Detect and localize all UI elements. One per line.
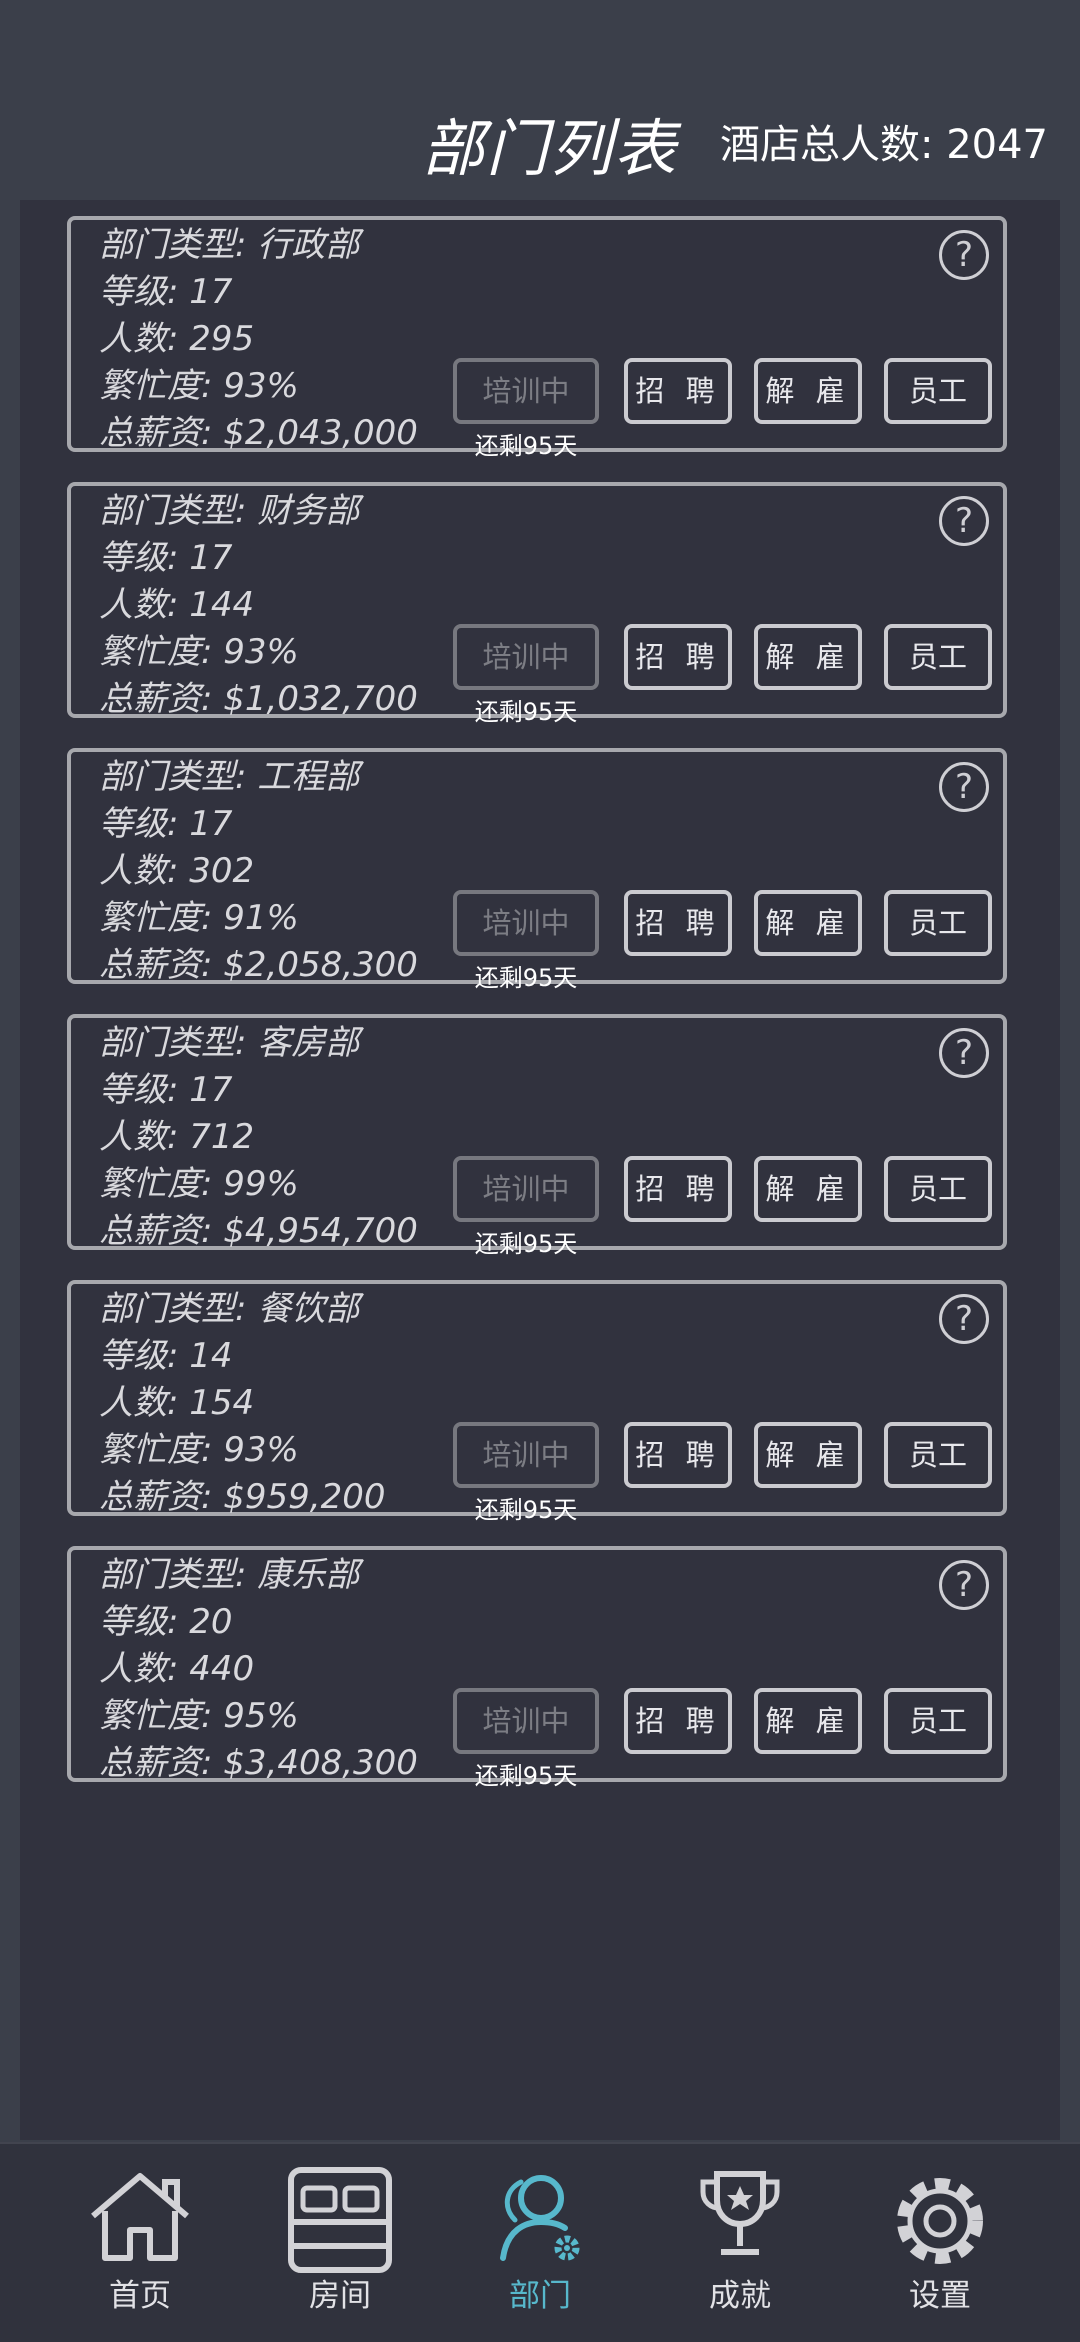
nav-home[interactable]: 首页 <box>60 2144 220 2342</box>
hire-button[interactable]: 招 聘 <box>624 1422 732 1488</box>
training-button[interactable]: 培训中 <box>453 624 599 690</box>
training-remaining: 还剩95天 <box>474 1496 578 1524</box>
department-type: 部门类型: 餐饮部 <box>99 1289 360 1329</box>
department-info: 部门类型: 客房部 等级: 17 人数: 712 繁忙度: 99% 总薪资: $… <box>99 1020 418 1255</box>
header: 部门列表 酒店总人数: 2047 <box>0 0 1080 200</box>
department-busy: 繁忙度: 93% <box>99 632 299 672</box>
department-level: 等级: 17 <box>99 1070 233 1110</box>
department-type: 部门类型: 财务部 <box>99 491 360 531</box>
department-level: 等级: 17 <box>99 538 233 578</box>
department-card: 部门类型: 财务部 等级: 17 人数: 144 繁忙度: 93% 总薪资: $… <box>67 482 1007 726</box>
department-salary: 总薪资: $2,043,000 <box>99 413 418 453</box>
staff-button[interactable]: 员工 <box>884 358 992 424</box>
department-level: 等级: 14 <box>99 1336 233 1376</box>
hire-button[interactable]: 招 聘 <box>624 1688 732 1754</box>
department-count: 人数: 144 <box>99 585 255 625</box>
staff-button[interactable]: 员工 <box>884 624 992 690</box>
nav-label: 部门 <box>509 2278 571 2314</box>
help-icon[interactable]: ? <box>939 762 989 812</box>
hire-button[interactable]: 招 聘 <box>624 1156 732 1222</box>
department-salary: 总薪资: $3,408,300 <box>99 1743 418 1783</box>
staff-button[interactable]: 员工 <box>884 1688 992 1754</box>
department-card: 部门类型: 工程部 等级: 17 人数: 302 繁忙度: 91% 总薪资: $… <box>67 748 1007 992</box>
help-icon[interactable]: ? <box>939 1028 989 1078</box>
training-remaining: 还剩95天 <box>474 698 578 726</box>
fire-button[interactable]: 解 雇 <box>754 1422 862 1488</box>
department-level: 等级: 17 <box>99 804 233 844</box>
department-type: 部门类型: 工程部 <box>99 757 360 797</box>
department-type: 部门类型: 客房部 <box>99 1023 360 1063</box>
training-button[interactable]: 培训中 <box>453 1156 599 1222</box>
training-remaining: 还剩95天 <box>474 1230 578 1258</box>
department-count: 人数: 302 <box>99 851 255 891</box>
department-salary: 总薪资: $1,032,700 <box>99 679 418 719</box>
department-count: 人数: 440 <box>99 1649 255 1689</box>
training-remaining: 还剩95天 <box>474 1762 578 1790</box>
help-icon[interactable]: ? <box>939 1294 989 1344</box>
fire-button[interactable]: 解 雇 <box>754 1156 862 1222</box>
staff-button[interactable]: 员工 <box>884 1422 992 1488</box>
department-type: 部门类型: 康乐部 <box>99 1555 360 1595</box>
hire-button[interactable]: 招 聘 <box>624 890 732 956</box>
nav-label: 成就 <box>709 2278 771 2314</box>
department-info: 部门类型: 行政部 等级: 17 人数: 295 繁忙度: 93% 总薪资: $… <box>99 222 418 457</box>
staff-button[interactable]: 员工 <box>884 890 992 956</box>
department-info: 部门类型: 财务部 等级: 17 人数: 144 繁忙度: 93% 总薪资: $… <box>99 488 418 723</box>
department-list[interactable]: 部门类型: 行政部 等级: 17 人数: 295 繁忙度: 93% 总薪资: $… <box>20 200 1060 2140</box>
department-level: 等级: 20 <box>99 1602 233 1642</box>
department-salary: 总薪资: $2,058,300 <box>99 945 418 985</box>
training-remaining: 还剩95天 <box>474 432 578 460</box>
nav-label: 首页 <box>109 2278 171 2314</box>
training-remaining: 还剩95天 <box>474 964 578 992</box>
department-busy: 繁忙度: 95% <box>99 1696 299 1736</box>
department-type: 部门类型: 行政部 <box>99 225 360 265</box>
department-busy: 繁忙度: 91% <box>99 898 299 938</box>
page-title: 部门列表 <box>422 112 679 185</box>
department-card: 部门类型: 餐饮部 等级: 14 人数: 154 繁忙度: 93% 总薪资: $… <box>67 1280 1007 1524</box>
department-level: 等级: 17 <box>99 272 233 312</box>
nav-rooms[interactable]: 房间 <box>260 2144 420 2342</box>
department-info: 部门类型: 工程部 等级: 17 人数: 302 繁忙度: 91% 总薪资: $… <box>99 754 418 989</box>
department-card: 部门类型: 行政部 等级: 17 人数: 295 繁忙度: 93% 总薪资: $… <box>67 216 1007 460</box>
staff-button[interactable]: 员工 <box>884 1156 992 1222</box>
fire-button[interactable]: 解 雇 <box>754 624 862 690</box>
department-busy: 繁忙度: 93% <box>99 1430 299 1470</box>
nav-label: 设置 <box>909 2278 971 2314</box>
department-info: 部门类型: 康乐部 等级: 20 人数: 440 繁忙度: 95% 总薪资: $… <box>99 1552 418 1787</box>
hire-button[interactable]: 招 聘 <box>624 358 732 424</box>
nav-settings[interactable]: 设置 <box>860 2144 1020 2342</box>
help-icon[interactable]: ? <box>939 1560 989 1610</box>
fire-button[interactable]: 解 雇 <box>754 890 862 956</box>
nav-departments[interactable]: 部门 <box>460 2144 620 2342</box>
fire-button[interactable]: 解 雇 <box>754 358 862 424</box>
help-icon[interactable]: ? <box>939 230 989 280</box>
department-busy: 繁忙度: 93% <box>99 366 299 406</box>
department-count: 人数: 295 <box>99 319 255 359</box>
department-card: 部门类型: 康乐部 等级: 20 人数: 440 繁忙度: 95% 总薪资: $… <box>67 1546 1007 1790</box>
gear-icon <box>897 2178 983 2264</box>
trophy-icon <box>700 2171 780 2255</box>
department-icon <box>500 2175 580 2261</box>
department-busy: 繁忙度: 99% <box>99 1164 299 1204</box>
training-button[interactable]: 培训中 <box>453 1422 599 1488</box>
department-info: 部门类型: 餐饮部 等级: 14 人数: 154 繁忙度: 93% 总薪资: $… <box>99 1286 386 1521</box>
help-icon[interactable]: ? <box>939 496 989 546</box>
fire-button[interactable]: 解 雇 <box>754 1688 862 1754</box>
training-button[interactable]: 培训中 <box>453 1688 599 1754</box>
training-button[interactable]: 培训中 <box>453 358 599 424</box>
training-button[interactable]: 培训中 <box>453 890 599 956</box>
department-count: 人数: 154 <box>99 1383 255 1423</box>
department-count: 人数: 712 <box>99 1117 255 1157</box>
home-icon <box>91 2173 189 2261</box>
nav-achievements[interactable]: 成就 <box>660 2144 820 2342</box>
hotel-staff-total: 酒店总人数: 2047 <box>720 122 1048 168</box>
bottom-nav: 首页 房间 部门 成就 设置 <box>0 2142 1080 2342</box>
department-salary: 总薪资: $4,954,700 <box>99 1211 418 1251</box>
bed-icon <box>288 2167 392 2273</box>
department-salary: 总薪资: $959,200 <box>99 1477 386 1517</box>
nav-label: 房间 <box>309 2278 371 2314</box>
department-card: 部门类型: 客房部 等级: 17 人数: 712 繁忙度: 99% 总薪资: $… <box>67 1014 1007 1258</box>
hire-button[interactable]: 招 聘 <box>624 624 732 690</box>
